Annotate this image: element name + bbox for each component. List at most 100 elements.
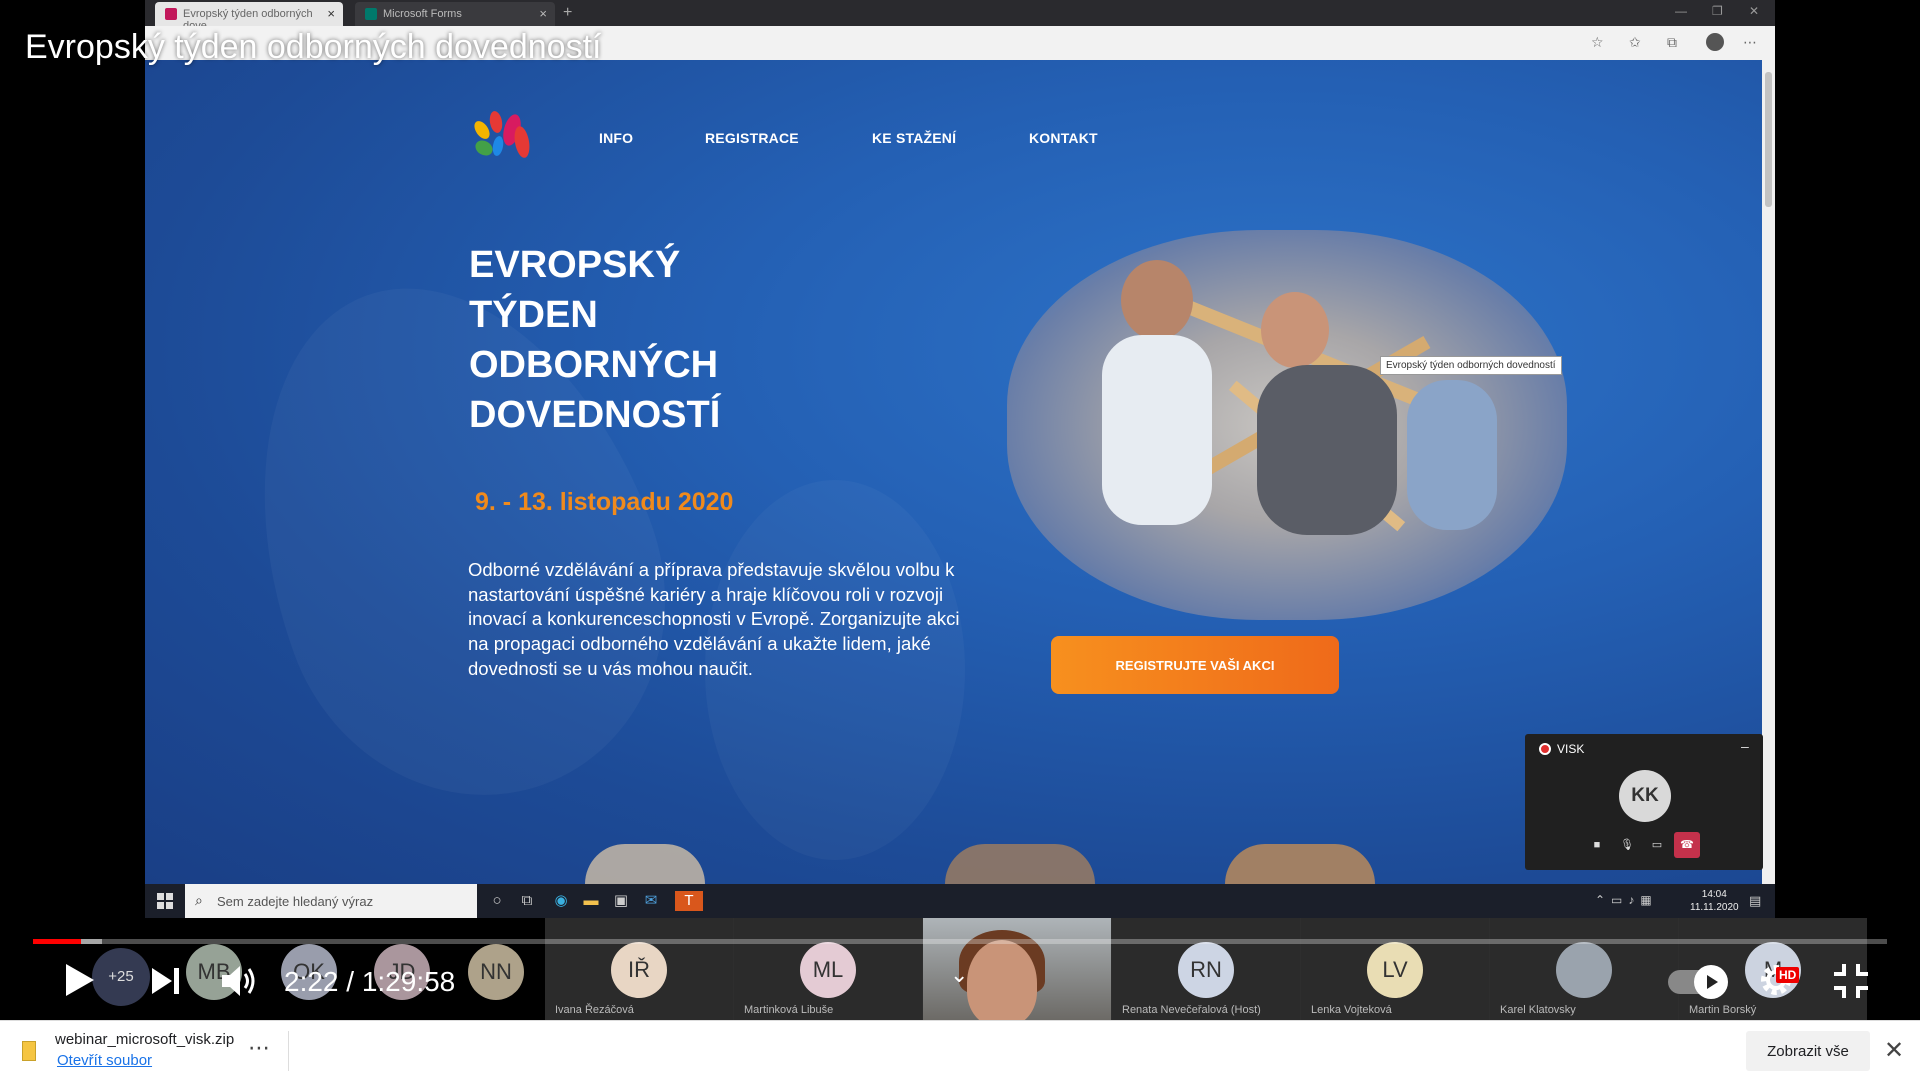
participant-tile: ML Martinková Libuše [734,918,922,1020]
clock-date: 11.11.2020 [1690,902,1739,913]
hang-up-icon[interactable]: ☎ [1674,832,1700,858]
hero-description: Odborné vzdělávání a příprava představuj… [468,559,960,679]
browser-tab[interactable]: Microsoft Forms × [355,2,555,26]
windows-taskbar: ⌕ Sem zadejte hledaný výraz ○ ⧉ ◉ ▬ ▣ ✉ … [145,884,1775,918]
shared-screen: Evropský týden odborných dove × Microsof… [145,0,1775,918]
notifications-icon[interactable]: ▤ [1749,893,1761,909]
mail-icon[interactable]: ✉ [641,891,661,911]
gallery-image[interactable] [1225,844,1375,884]
gallery-image[interactable] [945,844,1095,884]
collections-icon[interactable]: ⧉ [1667,34,1677,51]
participant-tile: IŘ Ivana Řezáčová [545,918,733,1020]
microphone-icon[interactable]: 🎙 [1614,832,1640,858]
cortana-icon[interactable]: ○ [487,891,507,911]
scrollbar-thumb[interactable] [1765,72,1772,207]
taskbar-clock[interactable]: 14:04 11.11.2020 [1690,888,1739,914]
search-icon: ⌕ [195,892,203,908]
nav-kontakt[interactable]: KONTAKT [1029,130,1098,146]
download-bar: webinar_microsoft_visk.zip Otevřít soubo… [0,1020,1920,1080]
more-participants-badge[interactable]: +25 [92,948,150,1006]
nav-registrace[interactable]: REGISTRACE [705,130,799,146]
profile-avatar[interactable] [1706,33,1724,51]
call-widget[interactable]: VISK – KK ■ 🎙 ▭ ☎ [1525,734,1763,870]
participant-avatar: IŘ [611,942,667,998]
close-icon[interactable]: ✕ [1884,1036,1904,1065]
exit-fullscreen-icon[interactable] [1832,962,1870,1000]
register-event-button[interactable]: REGISTRUJTE VAŠI AKCI [1051,636,1339,694]
minimize-icon[interactable]: — [1675,4,1687,18]
participant-tile: RN Renata Nevečeřalová (Host) [1112,918,1300,1020]
play-icon[interactable] [62,960,98,1000]
hero-title-line: DOVEDNOSTÍ [469,394,721,436]
store-icon[interactable]: ▣ [611,891,631,911]
call-widget-title: VISK [1557,742,1585,756]
task-view-icon[interactable]: ⧉ [517,891,537,911]
video-title[interactable]: Evropský týden odborných dovedností [25,28,601,67]
participant-name: Ivana Řezáčová [555,1004,634,1016]
hero-photo-workshop [1007,230,1567,620]
camera-icon[interactable]: ■ [1584,832,1610,858]
video-player[interactable]: Evropský týden odborných dove × Microsof… [0,0,1920,1020]
more-icon[interactable]: ⋯ [1743,34,1757,51]
minimize-icon[interactable]: – [1741,738,1749,754]
tab-close-icon[interactable]: × [539,6,547,21]
windows-start-icon[interactable] [157,893,173,909]
gallery-strip [525,838,1405,884]
hero-title-line: EVROPSKÝ [469,244,681,286]
tab-favicon-icon [365,8,377,20]
nav-info[interactable]: INFO [599,130,633,146]
participant-name: Renata Nevečeřalová (Host) [1122,1004,1261,1016]
close-window-icon[interactable]: ✕ [1749,4,1759,18]
browser-tab-bar: Evropský týden odborných dove × Microsof… [145,0,1775,32]
caller-avatar: KK [1619,770,1671,822]
participant-avatar: ML [800,942,856,998]
hd-badge: HD [1776,967,1800,983]
video-progress-bar[interactable] [33,939,1887,944]
zip-file-icon [22,1041,36,1061]
participant-strip: IŘ Ivana Řezáčová ML Martinková Libuše R… [545,918,1867,1020]
nav-ke-stazeni[interactable]: KE STAŽENÍ [872,130,956,146]
page-scrollbar[interactable] [1762,60,1775,884]
search-placeholder: Sem zadejte hledaný výraz [217,894,374,909]
tab-close-icon[interactable]: × [327,6,335,21]
download-filename[interactable]: webinar_microsoft_visk.zip [55,1031,234,1048]
recording-indicator-icon [1539,743,1551,755]
favorites-icon[interactable]: ✩ [1629,34,1641,51]
webcam-face [967,940,1037,1020]
browser-tab-active[interactable]: Evropský týden odborných dove × [155,2,343,32]
chevron-down-icon[interactable]: ⌄ [950,962,968,988]
gallery-image[interactable] [585,844,705,884]
progress-played [33,939,82,944]
show-all-downloads-button[interactable]: Zobrazit vše [1746,1031,1870,1071]
participant-name: Lenka Vojteková [1311,1004,1392,1016]
hero-title-line: ODBORNÝCH [469,344,719,386]
next-icon[interactable] [150,966,182,996]
autoplay-toggle[interactable] [1668,965,1728,999]
more-options-icon[interactable]: ⋯ [248,1035,270,1061]
participant-avatar: LV [1367,942,1423,998]
edge-browser-icon[interactable]: ◉ [551,891,571,911]
site-logo-icon[interactable] [470,108,532,164]
website-page: INFO REGISTRACE KE STAŽENÍ KONTAKT EVROP… [145,60,1762,884]
tab-label: Microsoft Forms [383,8,462,20]
share-screen-icon[interactable]: ▭ [1644,832,1670,858]
participant-name: Martin Borský [1689,1004,1757,1016]
hero-title-line: TÝDEN [469,294,598,336]
restore-icon[interactable]: ❐ [1712,4,1723,18]
participant-tile: LV Lenka Vojteková [1301,918,1489,1020]
video-time: 2:22 / 1:29:58 [284,966,456,997]
teams-icon[interactable]: T [675,891,703,911]
star-icon[interactable]: ☆ [1591,34,1604,51]
participant-name: Karel Klatovsky [1500,1004,1576,1016]
tab-favicon-icon [165,8,177,20]
participant-avatar: NN [468,944,524,1000]
system-tray-icons[interactable]: ⌃▭♪▦ [1595,893,1658,907]
workshop-photo-illustration [1102,260,1497,535]
taskbar-search-input[interactable]: ⌕ Sem zadejte hledaný výraz [185,884,477,918]
participant-tile: Karel Klatovsky [1490,918,1678,1020]
participant-avatar: RN [1178,942,1234,998]
volume-icon[interactable] [220,962,260,1000]
file-explorer-icon[interactable]: ▬ [581,891,601,911]
new-tab-icon[interactable]: + [563,4,572,22]
open-file-link[interactable]: Otevřít soubor [57,1052,152,1069]
